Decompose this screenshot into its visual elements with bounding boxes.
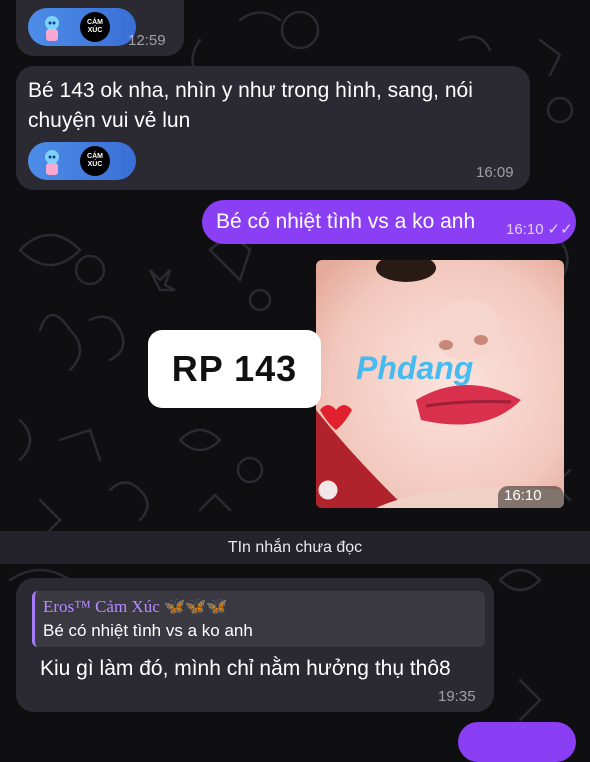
badge-watermark: Phdang <box>356 350 474 386</box>
reply-quote[interactable]: Eros™ Cảm Xúc 🦋🦋🦋 Bé có nhiệt tình vs a … <box>32 591 485 647</box>
unread-divider: TIn nhắn chưa đọc <box>0 531 590 564</box>
sticker-pill[interactable]: CẢM XÚC <box>28 8 136 46</box>
message-bubble-outgoing-partial[interactable] <box>458 722 576 762</box>
cam-xuc-logo: CẢM XÚC <box>80 146 110 176</box>
double-check-icon: ✓✓ <box>547 221 573 238</box>
badge-text: RP 143 <box>171 348 298 389</box>
cam-xuc-logo: CẢM XÚC <box>80 12 110 42</box>
message-time: 16:09 <box>476 164 514 181</box>
message-time: 16:10✓✓ <box>498 486 564 508</box>
message-text-line-1: Bé 143 ok nha, nhìn y như trong hình, sa… <box>28 79 473 102</box>
message-bubble-incoming[interactable]: CẢM XÚC 12:59 <box>16 0 184 56</box>
message-bubble-incoming[interactable]: Eros™ Cảm Xúc 🦋🦋🦋 Bé có nhiệt tình vs a … <box>16 578 494 712</box>
message-time: 19:35 <box>438 688 476 705</box>
message-time: 16:10✓✓ <box>506 221 573 238</box>
message-bubble-incoming[interactable]: Bé 143 ok nha, nhìn y như trong hình, sa… <box>16 66 530 190</box>
quoted-text: Bé có nhiệt tình vs a ko anh <box>43 621 253 640</box>
double-check-icon: ✓✓ <box>508 504 533 508</box>
message-text: Kiu gì làm đó, mình chỉ nằm hưởng thụ th… <box>40 657 451 680</box>
message-bubble-outgoing[interactable]: Bé có nhiệt tình vs a ko anh 16:10 ✓✓ <box>202 200 576 244</box>
anime-sticker-icon <box>45 150 59 175</box>
sticker-pill[interactable]: CẢM XÚC <box>28 142 136 180</box>
watermark-badge: RP 143 Phdang <box>148 330 473 408</box>
message-time: 12:59 <box>128 32 166 49</box>
unread-label: TIn nhắn chưa đọc <box>227 538 363 556</box>
message-text: Bé có nhiệt tình vs a ko anh <box>216 210 476 233</box>
anime-sticker-icon <box>45 16 59 41</box>
message-text-line-2: chuyện vui vẻ lun <box>28 109 191 132</box>
quoted-sender-name: Eros™ Cảm Xúc 🦋🦋🦋 <box>43 597 228 616</box>
